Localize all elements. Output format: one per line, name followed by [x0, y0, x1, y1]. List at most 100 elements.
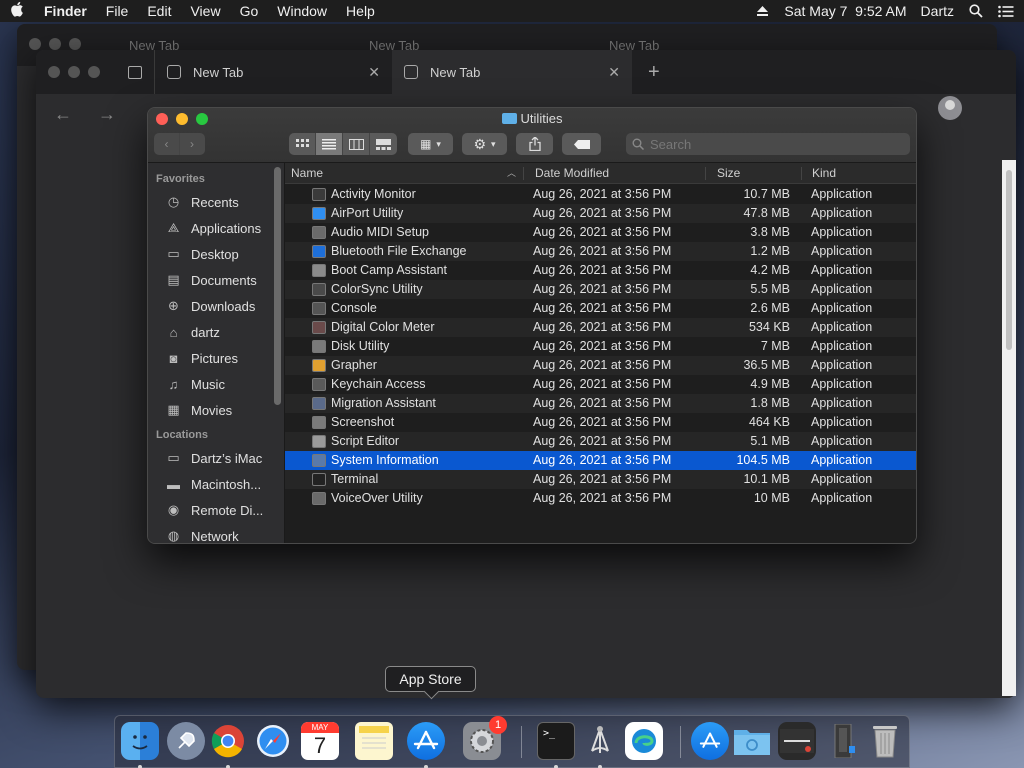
column-date-modified[interactable]: Date Modified — [535, 163, 609, 184]
profile-avatar-icon[interactable] — [938, 96, 962, 120]
forward-arrow-icon[interactable]: → — [98, 104, 116, 125]
menu-window[interactable]: Window — [277, 3, 327, 19]
trash-icon[interactable] — [866, 722, 904, 760]
file-list: Name ︿ Date Modified Size Kind Activity … — [285, 163, 916, 543]
sidebar-item-recents[interactable]: ◷ Recents — [148, 189, 284, 215]
table-row[interactable]: Screenshot Aug 26, 2021 at 3:56 PM 464 KB A… — [285, 413, 916, 432]
table-row[interactable]: Migration Assistant Aug 26, 2021 at 3:56 … — [285, 394, 916, 413]
search-input[interactable] — [650, 136, 890, 152]
sidebar-item-pictures[interactable]: ◙ Pictures — [148, 345, 284, 371]
file-date-modified: Aug 26, 2021 at 3:56 PM — [533, 472, 672, 486]
network-utility-icon[interactable] — [581, 722, 619, 760]
safari-compass-icon[interactable] — [254, 722, 292, 760]
calendar-icon[interactable]: MAY 7 — [301, 722, 339, 760]
close-tab-icon[interactable]: ✕ — [608, 64, 620, 81]
new-tab-plus-icon[interactable]: + — [648, 61, 660, 84]
table-row[interactable]: Script Editor Aug 26, 2021 at 3:56 PM 5.1 … — [285, 432, 916, 451]
finder-dock-icon[interactable] — [121, 722, 159, 760]
close-tab-icon[interactable]: ✕ — [368, 64, 380, 81]
tab-search-icon[interactable] — [128, 65, 142, 79]
sidebar-item-dartz[interactable]: ⌂ dartz — [148, 319, 284, 345]
spotlight-search-icon[interactable] — [968, 4, 984, 18]
share-button[interactable] — [516, 133, 553, 155]
launchpad-rocket-icon[interactable] — [167, 722, 205, 760]
eject-icon[interactable] — [754, 4, 770, 18]
back-window-controls[interactable] — [29, 38, 81, 50]
menu-go[interactable]: Go — [240, 3, 259, 19]
sidebar-item-downloads[interactable]: ⊕ Downloads — [148, 293, 284, 319]
tags-button[interactable] — [562, 133, 601, 155]
table-row[interactable]: Keychain Access Aug 26, 2021 at 3:56 PM 4.… — [285, 375, 916, 394]
minimized-window-thumbnail[interactable] — [778, 722, 816, 760]
sidebar-item-label: Macintosh... — [191, 476, 262, 492]
file-name: AirPort Utility — [331, 206, 404, 220]
table-row[interactable]: AirPort Utility Aug 26, 2021 at 3:56 PM 47… — [285, 204, 916, 223]
column-size[interactable]: Size — [717, 163, 740, 184]
sidebar-item-dartz-s-imac[interactable]: ▭ Dartz’s iMac — [148, 445, 284, 471]
clock-text[interactable]: Sat May 7 9:52 AM — [784, 3, 906, 19]
action-gear-button[interactable]: ⚙ ▾ — [462, 133, 507, 155]
downloads-folder-icon[interactable] — [733, 722, 771, 760]
column-view-icon[interactable] — [343, 133, 370, 155]
tag-icon — [573, 139, 590, 149]
file-size: 4.2 MB — [750, 263, 790, 277]
finder-toolbar: Utilities ‹ › ▦ ▾ ⚙ ▾ Search — [148, 108, 916, 163]
column-kind[interactable]: Kind — [812, 163, 836, 184]
browser-window-controls[interactable] — [48, 66, 100, 78]
sidebar-item-remote-di[interactable]: ◉ Remote Di... — [148, 497, 284, 523]
document-stack-icon[interactable] — [826, 722, 864, 760]
column-header: Name ︿ Date Modified Size Kind — [285, 163, 916, 184]
search-field[interactable] — [626, 133, 910, 155]
table-row[interactable]: VoiceOver Utility Aug 26, 2021 at 3:56 PM… — [285, 489, 916, 508]
user-name[interactable]: Dartz — [921, 3, 954, 19]
table-row[interactable]: Grapher Aug 26, 2021 at 3:56 PM 36.5 MB App… — [285, 356, 916, 375]
table-row[interactable]: Console Aug 26, 2021 at 3:56 PM 2.6 MB Appl… — [285, 299, 916, 318]
menu-edit[interactable]: Edit — [147, 3, 171, 19]
sort-chevron-up-icon[interactable]: ︿ — [507, 163, 516, 184]
table-row[interactable]: Bluetooth File Exchange Aug 26, 2021 at 3… — [285, 242, 916, 261]
forward-chevron-icon[interactable]: › — [180, 133, 205, 155]
back-chevron-icon[interactable]: ‹ — [155, 133, 180, 155]
table-row[interactable]: System Information Aug 26, 2021 at 3:56 P… — [285, 451, 916, 470]
system-preferences-gear-icon[interactable]: 1 — [463, 716, 507, 760]
sidebar-item-macintosh[interactable]: ▬ Macintosh... — [148, 471, 284, 497]
menu-help[interactable]: Help — [346, 3, 375, 19]
sidebar-item-label: Recents — [191, 194, 239, 210]
column-name[interactable]: Name — [291, 163, 323, 184]
sidebar-item-documents[interactable]: ▤ Documents — [148, 267, 284, 293]
notification-center-icon[interactable] — [998, 4, 1014, 18]
sidebar-item-desktop[interactable]: ▭ Desktop — [148, 241, 284, 267]
sidebar-item-network[interactable]: ◍ Network — [148, 523, 284, 543]
app-store-icon[interactable] — [407, 722, 445, 760]
apple-logo-icon[interactable] — [10, 1, 26, 21]
icon-view-icon[interactable] — [289, 133, 316, 155]
group-by-button[interactable]: ▦ ▾ — [408, 133, 453, 155]
list-view-icon[interactable] — [316, 133, 343, 155]
menu-file[interactable]: File — [106, 3, 129, 19]
sidebar-item-music[interactable]: ♫ Music — [148, 371, 284, 397]
terminal-icon[interactable]: >_ — [537, 722, 575, 760]
tab-new-tab-2[interactable]: New Tab ✕ — [392, 50, 632, 94]
file-size: 104.5 MB — [736, 453, 790, 467]
chrome-icon[interactable] — [209, 722, 247, 760]
notes-icon[interactable] — [355, 722, 393, 760]
table-row[interactable]: Digital Color Meter Aug 26, 2021 at 3:56 … — [285, 318, 916, 337]
back-arrow-icon[interactable]: ← — [54, 104, 72, 125]
table-row[interactable]: Activity Monitor Aug 26, 2021 at 3:56 PM 1… — [285, 185, 916, 204]
sidebar-section-favorites: Favorites — [156, 173, 205, 185]
menu-view[interactable]: View — [190, 3, 220, 19]
menu-finder[interactable]: Finder — [44, 3, 87, 19]
table-row[interactable]: Audio MIDI Setup Aug 26, 2021 at 3:56 PM 3… — [285, 223, 916, 242]
sidebar-scrollbar[interactable] — [274, 167, 281, 405]
table-row[interactable]: Terminal Aug 26, 2021 at 3:56 PM 10.1 MB Ap… — [285, 470, 916, 489]
gallery-view-icon[interactable] — [370, 133, 397, 155]
sidebar-item-movies[interactable]: ▦ Movies — [148, 397, 284, 423]
app-store-folder-icon[interactable] — [691, 722, 729, 760]
tab-new-tab-1[interactable]: New Tab ✕ — [154, 50, 392, 94]
table-row[interactable]: ColorSync Utility Aug 26, 2021 at 3:56 PM… — [285, 280, 916, 299]
table-row[interactable]: Disk Utility Aug 26, 2021 at 3:56 PM 7 MB A… — [285, 337, 916, 356]
browser-scrollbar[interactable] — [1002, 160, 1016, 696]
table-row[interactable]: Boot Camp Assistant Aug 26, 2021 at 3:56 … — [285, 261, 916, 280]
edge-browser-icon[interactable] — [625, 722, 663, 760]
sidebar-item-applications[interactable]: ⟁ Applications — [148, 215, 284, 241]
